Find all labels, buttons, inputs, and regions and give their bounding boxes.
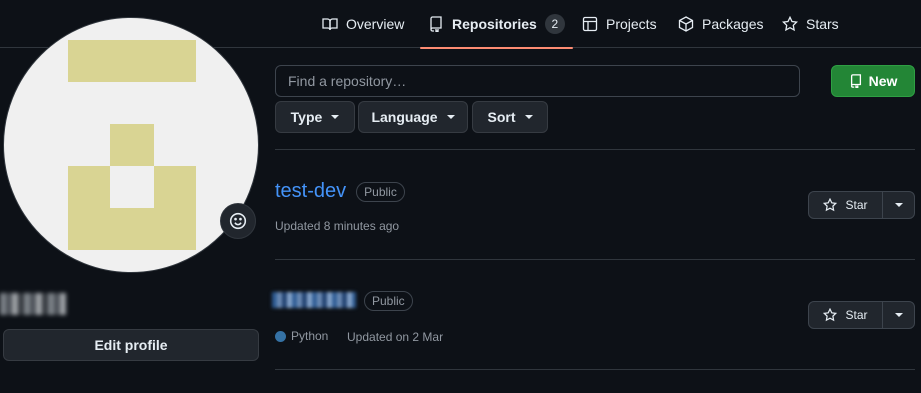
repo-language: Python bbox=[275, 329, 328, 343]
tab-packages[interactable]: Packages bbox=[678, 0, 763, 48]
table-icon bbox=[582, 16, 598, 32]
sort-filter-label: Sort bbox=[487, 109, 516, 125]
tab-repositories[interactable]: Repositories 2 bbox=[420, 0, 573, 49]
book-open-icon bbox=[322, 18, 338, 31]
visibility-badge: Public bbox=[364, 291, 413, 311]
repo-updated-text: Updated 8 minutes ago bbox=[275, 219, 400, 233]
list-divider bbox=[275, 149, 915, 150]
tab-overview-label: Overview bbox=[346, 16, 405, 32]
repo-icon bbox=[430, 16, 442, 32]
tab-repositories-label: Repositories bbox=[452, 16, 537, 32]
star-icon bbox=[823, 308, 838, 322]
caret-down-icon bbox=[524, 115, 533, 119]
set-status-button[interactable] bbox=[220, 203, 256, 239]
visibility-badge: Public bbox=[356, 181, 405, 202]
new-repository-button[interactable]: New bbox=[831, 65, 915, 97]
caret-down-icon bbox=[446, 115, 455, 119]
sort-filter-button[interactable]: Sort bbox=[472, 101, 548, 133]
caret-down-icon bbox=[894, 203, 903, 207]
type-filter-button[interactable]: Type bbox=[275, 101, 355, 133]
star-label: Star bbox=[845, 308, 868, 322]
repo-name-link[interactable]: test-dev bbox=[275, 180, 346, 203]
list-divider bbox=[275, 259, 915, 260]
star-icon bbox=[823, 198, 838, 212]
star-label: Star bbox=[845, 198, 868, 212]
star-icon bbox=[782, 16, 798, 32]
star-list-dropdown[interactable] bbox=[883, 192, 914, 218]
caret-down-icon bbox=[894, 313, 903, 317]
username-redacted bbox=[0, 293, 66, 315]
star-button[interactable]: Star bbox=[809, 302, 883, 328]
star-button-group: Star bbox=[808, 301, 915, 329]
language-filter-label: Language bbox=[371, 109, 438, 125]
avatar bbox=[3, 17, 259, 273]
repo-name-redacted[interactable] bbox=[272, 292, 356, 308]
tab-stars[interactable]: Stars bbox=[782, 0, 839, 48]
list-divider bbox=[275, 369, 915, 370]
repo-icon bbox=[850, 74, 861, 88]
tab-projects-label: Projects bbox=[606, 16, 657, 32]
tab-stars-label: Stars bbox=[806, 16, 839, 32]
package-icon bbox=[678, 16, 694, 32]
edit-profile-button[interactable]: Edit profile bbox=[3, 329, 259, 361]
tab-overview[interactable]: Overview bbox=[322, 0, 404, 48]
repositories-count-badge: 2 bbox=[544, 14, 565, 34]
star-button[interactable]: Star bbox=[809, 192, 883, 218]
caret-down-icon bbox=[331, 115, 340, 119]
tab-packages-label: Packages bbox=[702, 16, 764, 32]
language-filter-button[interactable]: Language bbox=[358, 101, 468, 133]
star-list-dropdown[interactable] bbox=[883, 302, 914, 328]
find-repository-input[interactable] bbox=[275, 65, 800, 97]
star-button-group: Star bbox=[808, 191, 915, 219]
language-color-dot bbox=[275, 330, 286, 342]
repo-title-row: test-dev Public bbox=[275, 180, 405, 203]
identicon-image bbox=[68, 40, 196, 250]
smiley-icon bbox=[229, 212, 247, 230]
type-filter-label: Type bbox=[290, 109, 323, 125]
repo-language-label: Python bbox=[291, 329, 329, 343]
repo-updated-text: Updated on 2 Mar bbox=[347, 330, 444, 344]
tab-projects[interactable]: Projects bbox=[582, 0, 657, 48]
new-button-label: New bbox=[868, 73, 898, 89]
